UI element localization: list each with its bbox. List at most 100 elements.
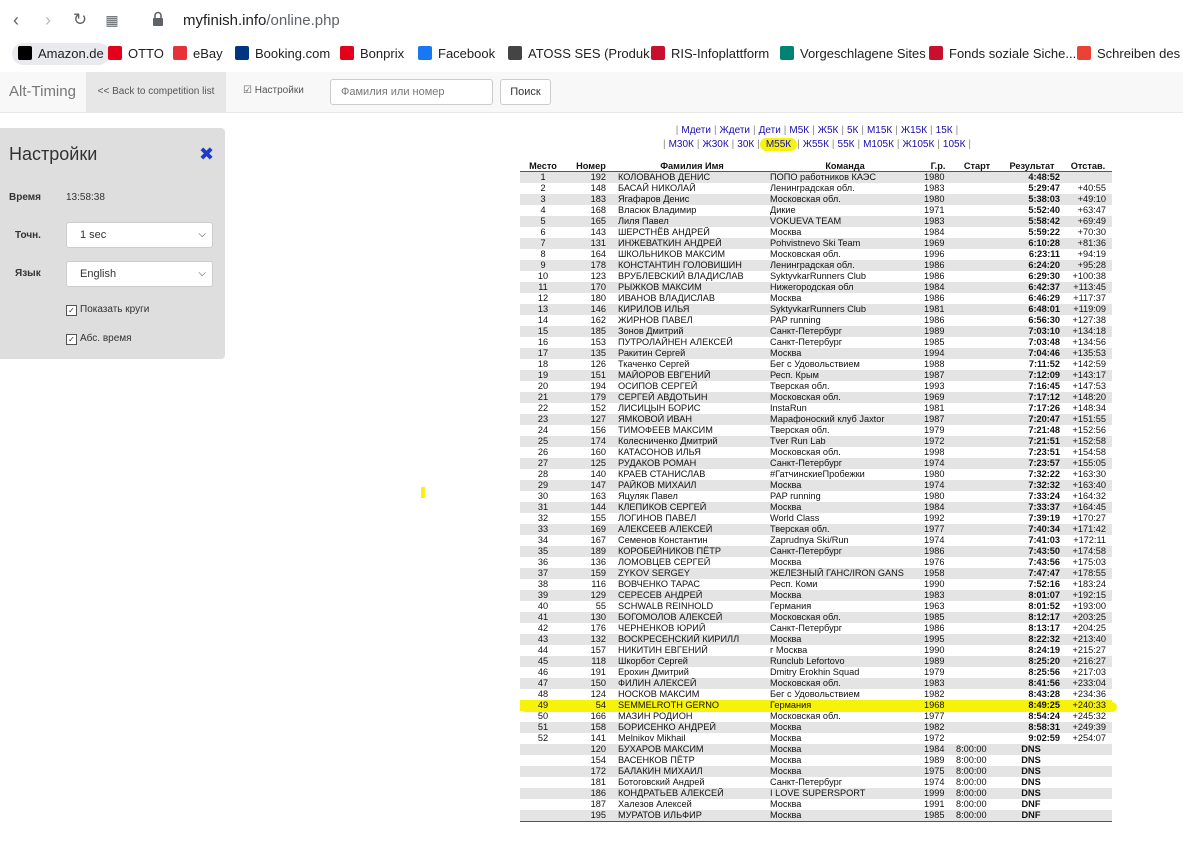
category-link[interactable]: Ж55К xyxy=(800,139,832,150)
table-row[interactable]: 10 123 ВРУБЛЕВСКИЙ ВЛАДИСЛАВ SyktyvkarRunne… xyxy=(520,271,1112,282)
bookmark-item[interactable]: OTTO xyxy=(108,46,164,61)
table-row[interactable]: 19 151 МАЙОРОВ ЕВГЕНИЙ Респ. Крым 1987 7:12:0… xyxy=(520,370,1112,381)
table-row[interactable]: 42 176 ЧЕРНЕНКОВ ЮРИЙ Санкт-Петербург 1986 8:… xyxy=(520,623,1112,634)
table-row[interactable]: 186 КОНДРАТЬЕВ АЛЕКСЕЙ I LOVE SUPERSPORT 19… xyxy=(520,788,1112,799)
table-row[interactable]: 18 126 Ткаченко Сергей Бег с Удовольствием 1… xyxy=(520,359,1112,370)
table-row[interactable]: 24 156 ТИМОФЕЕВ МАКСИМ Тверская обл. 1979 7:2… xyxy=(520,425,1112,436)
category-link[interactable]: М15К xyxy=(864,125,895,136)
column-header[interactable]: Старт xyxy=(954,160,1000,172)
column-header[interactable]: Фамилия Имя xyxy=(616,160,768,172)
table-row[interactable]: 154 ВАСЕНКОВ ПЁТР Москва 1989 8:00:00 DNS xyxy=(520,755,1112,766)
settings-link[interactable]: ☑ Настройки xyxy=(243,85,304,96)
abs-time-checkbox[interactable]: ✓ Абс. время xyxy=(66,333,132,345)
table-row[interactable]: 41 130 БОГОМОЛОВ АЛЕКСЕЙ Московская обл. 198… xyxy=(520,612,1112,623)
table-row[interactable]: 43 132 ВОСКРЕСЕНСКИЙ КИРИЛЛ Москва 1995 8:22:… xyxy=(520,634,1112,645)
precision-select[interactable]: 1 sec ⌵ xyxy=(66,222,213,248)
table-row[interactable]: 21 179 СЕРГЕЙ АВДОТЬИН Московская обл. 1969 7… xyxy=(520,392,1112,403)
table-row[interactable]: 47 150 ФИЛИН АЛЕКСЕЙ Московская обл. 1983 8:4… xyxy=(520,678,1112,689)
column-header[interactable]: Место xyxy=(520,160,566,172)
table-row[interactable]: 8 164 ШКОЛЬНИКОВ МАКСИМ Московская обл. 1996… xyxy=(520,249,1112,260)
category-link[interactable]: М105К xyxy=(860,139,897,150)
column-header[interactable]: Отстав. xyxy=(1064,160,1112,172)
table-row[interactable]: 17 135 Ракитин Сергей Москва 1994 7:04:46 +135… xyxy=(520,348,1112,359)
bookmark-item[interactable]: ATOSS SES (Produk... xyxy=(508,46,660,61)
category-link[interactable]: 105К xyxy=(940,139,969,150)
category-link[interactable]: 30К xyxy=(734,139,757,150)
bookmark-item[interactable]: Bonprix xyxy=(340,46,404,61)
bookmark-item[interactable]: Schreiben des F xyxy=(1077,46,1183,61)
bookmark-item[interactable]: Facebook xyxy=(418,46,495,61)
category-link[interactable]: 5К xyxy=(844,125,861,136)
table-row[interactable]: 195 МУРАТОВ ИЛЬФИР Москва 1985 8:00:00 DNF xyxy=(520,810,1112,822)
bookmark-item[interactable]: RIS-Infoplattform xyxy=(651,46,769,61)
bookmark-item[interactable]: Fonds soziale Siche... xyxy=(929,46,1076,61)
category-link[interactable]: Мдети xyxy=(678,125,714,136)
bookmark-item[interactable]: Vorgeschlagene Sites xyxy=(780,46,926,61)
category-link[interactable]: 55К xyxy=(835,139,858,150)
table-row[interactable]: 11 170 РЫЖКОВ МАКСИМ Нижегородская обл 1984 6… xyxy=(520,282,1112,293)
close-icon[interactable]: ✖ xyxy=(199,145,214,163)
table-row[interactable]: 28 140 КРАЕВ СТАНИСЛАВ #ГатчинскиеПробежки 1… xyxy=(520,469,1112,480)
table-row[interactable]: 44 157 НИКИТИН ЕВГЕНИЙ г Москва 1990 8:24:19 +… xyxy=(520,645,1112,656)
table-row[interactable]: 31 144 КЛЕПИКОВ СЕРГЕЙ Москва 1984 7:33:37 +16… xyxy=(520,502,1112,513)
table-row[interactable]: 45 118 Шкорбот Сергей Runclub Lefortovo 1989… xyxy=(520,656,1112,667)
column-header[interactable]: Г.р. xyxy=(922,160,954,172)
table-row[interactable]: 34 167 Семенов Константин Zaprudnya Ski/Run… xyxy=(520,535,1112,546)
column-header[interactable]: Номер xyxy=(566,160,616,172)
table-row[interactable]: 9 178 КОНСТАНТИН ГОЛОВИШИН Ленинградская об… xyxy=(520,260,1112,271)
category-link[interactable]: М55К xyxy=(759,138,798,151)
category-link[interactable]: Ж30К xyxy=(699,139,731,150)
category-link[interactable]: Ж5К xyxy=(815,125,842,136)
back-to-competitions-link[interactable]: << Back to competition list xyxy=(86,72,226,112)
table-row[interactable]: 12 180 ИВАНОВ ВЛАДИСЛАВ Москва 1986 6:46:29 +1… xyxy=(520,293,1112,304)
show-laps-checkbox[interactable]: ✓ Показать круги xyxy=(66,304,149,316)
bookmark-item[interactable]: Booking.com xyxy=(235,46,330,61)
table-row[interactable]: 26 160 КАТАСОНОВ ИЛЬЯ Московская обл. 1998 7:… xyxy=(520,447,1112,458)
category-link[interactable]: Ждети xyxy=(717,125,753,136)
table-row[interactable]: 3 183 Ягафаров Денис Московская обл. 1980 5:3… xyxy=(520,194,1112,205)
table-row[interactable]: 172 БАЛАКИН МИХАИЛ Москва 1975 8:00:00 DNS xyxy=(520,766,1112,777)
back-arrow-icon[interactable]: ‹ xyxy=(6,10,26,30)
bookmark-item[interactable]: eBay xyxy=(173,46,223,61)
table-row[interactable]: 2 148 БАСАЙ НИКОЛАЙ Ленинградская обл. 1983 5… xyxy=(520,183,1112,194)
table-row[interactable]: 14 162 ЖИРНОВ ПАВЕЛ PAP running 1986 6:56:30 +… xyxy=(520,315,1112,326)
search-input[interactable]: Фамилия или номер xyxy=(330,79,493,105)
table-row[interactable]: 48 124 НОСКОВ МАКСИМ Бег с Удовольствием 198… xyxy=(520,689,1112,700)
table-row[interactable]: 4 168 Власюк Владимир Дикие 1971 5:52:40 +63:4… xyxy=(520,205,1112,216)
table-row[interactable]: 52 141 Melnikov Mikhail Москва 1972 9:02:59 +2… xyxy=(520,733,1112,744)
table-row[interactable]: 5 165 Лиля Павел VOKUEVA TEAM 1983 5:58:42 +69… xyxy=(520,216,1112,227)
table-row[interactable]: 181 Ботоговский Андрей Санкт-Петербург 1974… xyxy=(520,777,1112,788)
table-row[interactable]: 16 153 ПУТРОЛАЙНЕН АЛЕКСЕЙ Санкт-Петербург 1… xyxy=(520,337,1112,348)
table-row[interactable]: 51 158 БОРИСЕНКО АНДРЕЙ Москва 1982 8:58:31 +2… xyxy=(520,722,1112,733)
table-row[interactable]: 35 189 КОРОБЕЙНИКОВ ПЁТР Санкт-Петербург 198… xyxy=(520,546,1112,557)
column-header[interactable]: Команда xyxy=(768,160,922,172)
category-link[interactable]: Дети xyxy=(756,125,784,136)
table-row[interactable]: 40 55 SCHWALB REINHOLD Германия 1963 8:01:52 +… xyxy=(520,601,1112,612)
table-row[interactable]: 29 147 РАЙКОВ МИХАИЛ Москва 1974 7:32:32 +163:… xyxy=(520,480,1112,491)
reload-icon[interactable]: ↻ xyxy=(70,10,90,30)
table-row[interactable]: 46 191 Ерохин Дмитрий Dmitry Erokhin Squad 1… xyxy=(520,667,1112,678)
table-row[interactable]: 23 127 ЯМКОВОЙ ИВАН Марафоноский клуб Jaxto… xyxy=(520,414,1112,425)
column-header[interactable]: Результат xyxy=(1000,160,1064,172)
table-row[interactable]: 15 185 Зонов Дмитрий Санкт-Петербург 1989 7:0… xyxy=(520,326,1112,337)
table-row[interactable]: 37 159 ZYKOV SERGEY ЖЕЛЕЗНЫЙ ГАНС/IRON GANS… xyxy=(520,568,1112,579)
forward-arrow-icon[interactable]: › xyxy=(38,10,58,30)
table-row[interactable]: 22 152 ЛИСИЦЫН БОРИС InstaRun 1981 7:17:26 +14… xyxy=(520,403,1112,414)
category-link[interactable]: М5К xyxy=(786,125,812,136)
table-row[interactable]: 36 136 ЛОМОВЦЕВ СЕРГЕЙ Москва 1976 7:43:56 +17… xyxy=(520,557,1112,568)
table-row[interactable]: 32 155 ЛОГИНОВ ПАВЕЛ World Class 1992 7:39:19… xyxy=(520,513,1112,524)
brand-title[interactable]: Alt-Timing xyxy=(9,83,76,100)
table-row[interactable]: 187 Халезов Алексей Москва 1991 8:00:00 DNF xyxy=(520,799,1112,810)
language-select[interactable]: English ⌵ xyxy=(66,261,213,287)
table-row[interactable]: 38 116 ВОВЧЕНКО ТАРАС Респ. Коми 1990 7:52:16… xyxy=(520,579,1112,590)
table-row[interactable]: 120 БУХАРОВ МАКСИМ Москва 1984 8:00:00 DNS xyxy=(520,744,1112,755)
table-row[interactable]: 6 143 ШЕРСТНЁВ АНДРЕЙ Москва 1984 5:59:22 +70:… xyxy=(520,227,1112,238)
table-row[interactable]: 30 163 Яцуляк Павел PAP running 1980 7:33:24 +… xyxy=(520,491,1112,502)
table-row[interactable]: 13 146 КИРИЛОВ ИЛЬЯ SyktyvkarRunners Club 19… xyxy=(520,304,1112,315)
table-row[interactable]: 1 192 КОЛОВАНОВ ДЕНИС ПОПО работников КАЭС 1… xyxy=(520,171,1112,183)
table-row[interactable]: 33 169 АЛЕКСЕЕВ АЛЕКСЕЙ Тверская обл. 1977 7:… xyxy=(520,524,1112,535)
category-link[interactable]: 15К xyxy=(933,125,956,136)
bookmark-item[interactable]: Amazon.de xyxy=(12,43,110,65)
category-link[interactable]: Ж15К xyxy=(898,125,930,136)
category-link[interactable]: М30К xyxy=(666,139,697,150)
